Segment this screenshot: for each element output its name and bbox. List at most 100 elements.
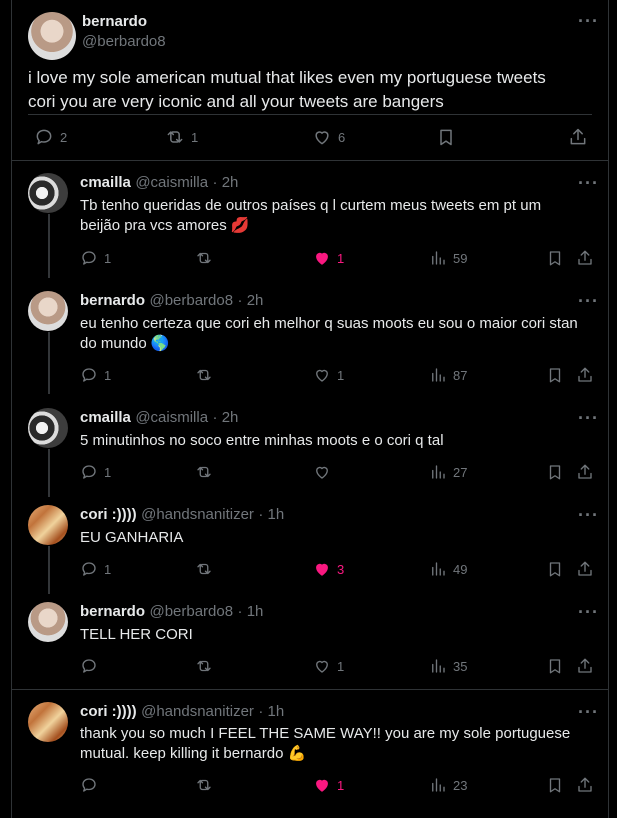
author-handle[interactable]: @berbardo8 bbox=[149, 292, 233, 309]
views-button[interactable]: 49 bbox=[429, 560, 467, 578]
more-icon[interactable]: ··· bbox=[578, 603, 599, 621]
retweet-button[interactable]: 1 bbox=[165, 127, 198, 147]
timestamp[interactable]: · 1h bbox=[258, 703, 284, 720]
share-button[interactable] bbox=[576, 657, 594, 675]
views-button[interactable]: 87 bbox=[429, 366, 467, 384]
avatar[interactable] bbox=[28, 12, 76, 60]
more-icon[interactable]: ··· bbox=[578, 292, 599, 310]
like-button[interactable]: 1 bbox=[313, 366, 344, 384]
timestamp[interactable]: · 2h bbox=[238, 292, 264, 309]
reply-button[interactable]: 1 bbox=[80, 249, 111, 267]
retweet-button[interactable] bbox=[195, 560, 213, 578]
views-button[interactable]: 35 bbox=[429, 657, 467, 675]
bookmark-button[interactable] bbox=[546, 463, 564, 481]
author-name[interactable]: bernardo bbox=[80, 603, 145, 620]
reply-button[interactable]: 1 bbox=[80, 560, 111, 578]
avatar[interactable] bbox=[28, 702, 68, 742]
author-name[interactable]: cmailla bbox=[80, 409, 131, 426]
views-count: 87 bbox=[453, 367, 468, 383]
avatar[interactable] bbox=[28, 505, 68, 545]
author-handle[interactable]: @handsnanitizer bbox=[141, 506, 254, 523]
retweet-icon bbox=[197, 466, 211, 478]
avatar[interactable] bbox=[28, 602, 68, 642]
author-name[interactable]: cmailla bbox=[80, 174, 131, 191]
retweet-button[interactable] bbox=[195, 776, 213, 794]
author-name[interactable]: cori :)))) bbox=[80, 703, 137, 720]
author-handle[interactable]: @handsnanitizer bbox=[141, 703, 254, 720]
author-handle[interactable]: @berbardo8 bbox=[149, 603, 233, 620]
bookmark-icon bbox=[549, 778, 561, 793]
author-name[interactable]: bernardo bbox=[80, 292, 145, 309]
more-icon[interactable]: ··· bbox=[578, 703, 599, 721]
author-handle[interactable]: @caismilla bbox=[135, 409, 208, 426]
more-icon[interactable]: ··· bbox=[578, 409, 599, 427]
heart-icon bbox=[316, 369, 328, 382]
reply-button[interactable]: 2 bbox=[34, 127, 67, 147]
more-icon[interactable]: ··· bbox=[578, 506, 599, 524]
views-icon bbox=[432, 562, 445, 576]
timestamp[interactable]: · 1h bbox=[238, 603, 264, 620]
share-icon bbox=[570, 128, 586, 145]
reply-icon bbox=[82, 659, 96, 673]
bookmark-button[interactable] bbox=[546, 249, 564, 267]
more-icon[interactable]: ··· bbox=[578, 174, 599, 192]
reply-icon bbox=[82, 778, 96, 792]
thread-line bbox=[48, 546, 50, 594]
bookmark-button[interactable] bbox=[546, 776, 564, 794]
author-name[interactable]: cori :)))) bbox=[80, 506, 137, 523]
views-button[interactable]: 27 bbox=[429, 463, 467, 481]
avatar[interactable] bbox=[28, 173, 68, 213]
bookmark-button[interactable] bbox=[436, 127, 456, 147]
reply-icon bbox=[82, 465, 96, 479]
like-count: 6 bbox=[338, 129, 346, 145]
like-count: 1 bbox=[337, 250, 345, 266]
like-button[interactable]: 1 bbox=[313, 249, 344, 267]
reply-button[interactable] bbox=[80, 776, 98, 794]
tweet-text-line: do mundo 🌎 bbox=[80, 335, 170, 352]
author-handle[interactable]: @caismilla bbox=[135, 174, 208, 191]
reply-count: 2 bbox=[60, 129, 68, 145]
reply-button[interactable]: 1 bbox=[80, 463, 111, 481]
tweet-text-line: i love my sole american mutual that like… bbox=[28, 68, 546, 87]
bookmark-button[interactable] bbox=[546, 366, 564, 384]
share-icon bbox=[578, 367, 592, 382]
like-button[interactable] bbox=[313, 463, 331, 481]
like-button[interactable]: 3 bbox=[313, 560, 344, 578]
timestamp[interactable]: · 1h bbox=[258, 506, 284, 523]
share-button[interactable] bbox=[568, 127, 588, 147]
retweet-button[interactable] bbox=[195, 366, 213, 384]
retweet-button[interactable] bbox=[195, 463, 213, 481]
like-button[interactable]: 1 bbox=[313, 776, 344, 794]
views-button[interactable]: 23 bbox=[429, 776, 467, 794]
heart-icon bbox=[316, 466, 328, 479]
like-button[interactable]: 6 bbox=[312, 127, 345, 147]
share-button[interactable] bbox=[576, 463, 594, 481]
views-button[interactable]: 59 bbox=[429, 249, 467, 267]
retweet-button[interactable] bbox=[195, 657, 213, 675]
timestamp[interactable]: · 2h bbox=[213, 174, 239, 191]
views-count: 59 bbox=[453, 250, 468, 266]
bookmark-icon bbox=[549, 368, 561, 383]
bookmark-button[interactable] bbox=[546, 657, 564, 675]
like-button[interactable]: 1 bbox=[313, 657, 344, 675]
share-button[interactable] bbox=[576, 366, 594, 384]
share-icon bbox=[578, 658, 592, 673]
views-icon bbox=[432, 251, 445, 265]
reply-button[interactable] bbox=[80, 657, 98, 675]
author-name[interactable]: bernardo bbox=[82, 13, 147, 30]
avatar[interactable] bbox=[28, 408, 68, 448]
avatar[interactable] bbox=[28, 291, 68, 331]
reply-icon bbox=[82, 251, 96, 265]
author-handle[interactable]: @berbardo8 bbox=[82, 33, 166, 50]
timestamp[interactable]: · 2h bbox=[213, 409, 239, 426]
share-button[interactable] bbox=[576, 776, 594, 794]
reply-button[interactable]: 1 bbox=[80, 366, 111, 384]
like-count: 1 bbox=[337, 367, 345, 383]
more-icon[interactable]: ··· bbox=[578, 12, 599, 30]
share-button[interactable] bbox=[576, 249, 594, 267]
reply-count: 1 bbox=[104, 561, 112, 577]
retweet-button[interactable] bbox=[195, 249, 213, 267]
bookmark-button[interactable] bbox=[546, 560, 564, 578]
tweet-text: eu tenho certeza que cori eh melhor q su… bbox=[80, 314, 580, 354]
share-button[interactable] bbox=[576, 560, 594, 578]
